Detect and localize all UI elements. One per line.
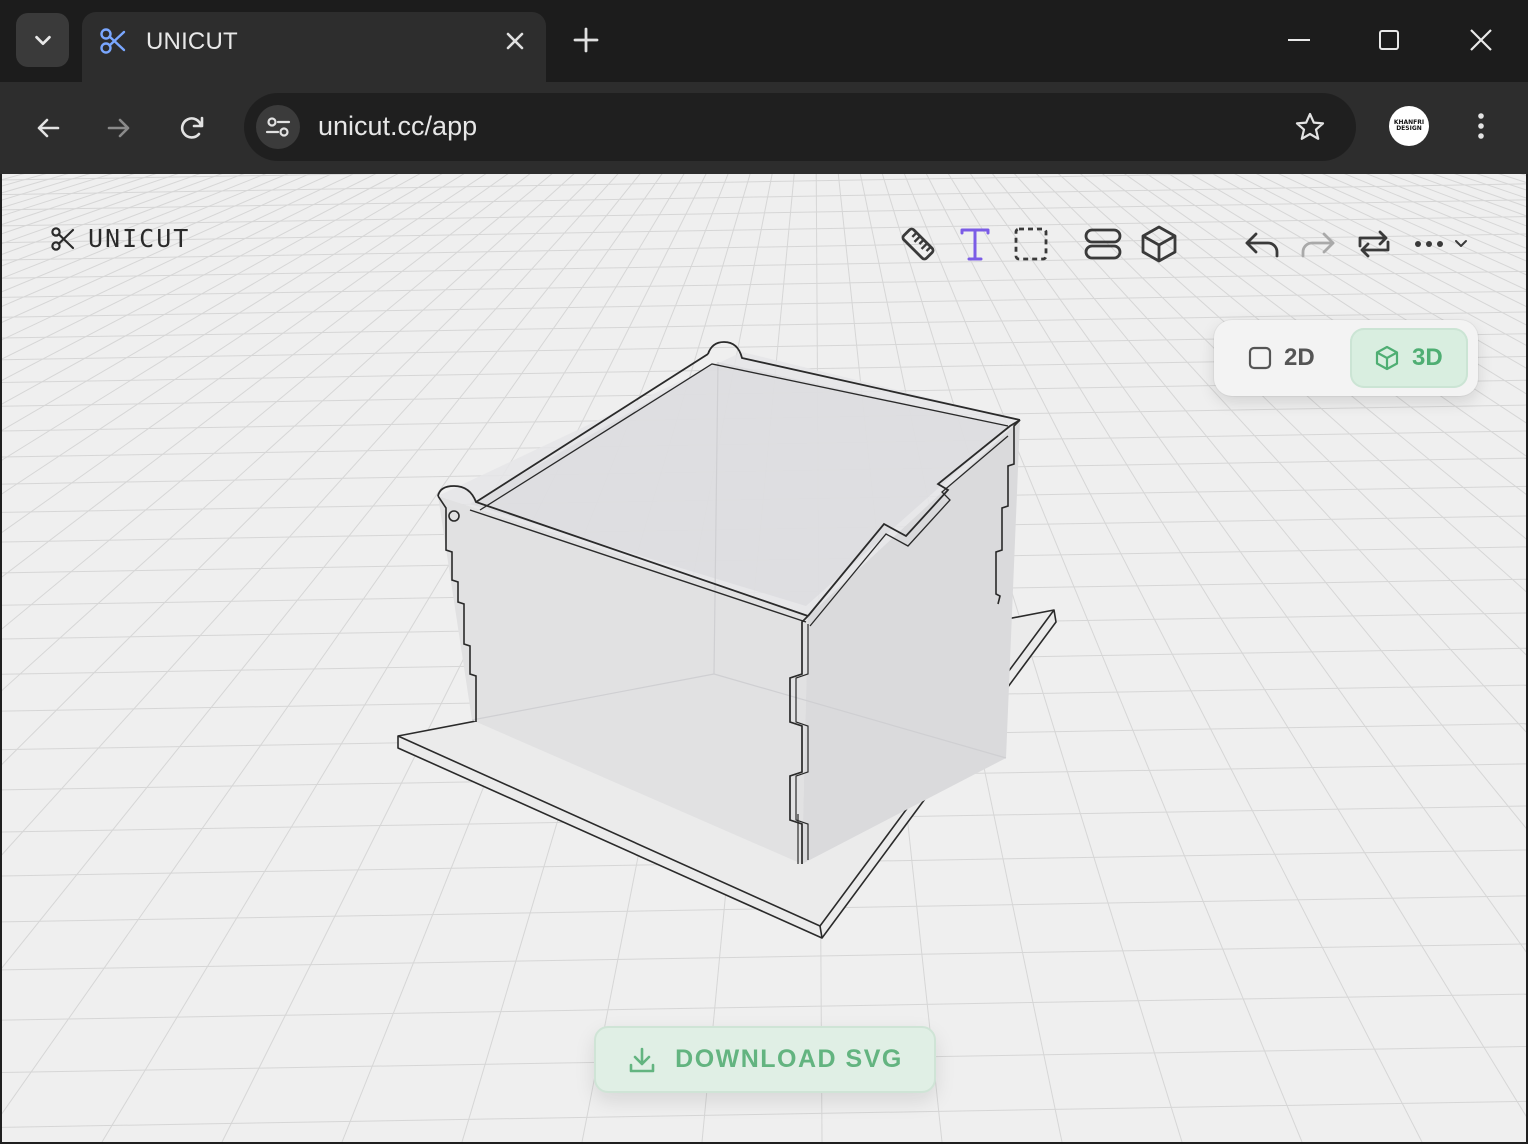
chevron-down-icon — [34, 35, 51, 46]
square-icon — [1248, 346, 1272, 370]
redo-icon[interactable] — [1298, 224, 1338, 264]
profile-avatar[interactable]: KHANFRI DESIGN — [1389, 106, 1429, 146]
app-name: UNICUT — [88, 224, 191, 253]
avatar-text-line2: DESIGN — [1396, 125, 1422, 132]
browser-menu-icon[interactable] — [1468, 110, 1494, 142]
minimize-icon[interactable] — [1285, 26, 1313, 54]
mode-3d-button[interactable]: 3D — [1350, 328, 1468, 388]
undo-icon[interactable] — [1242, 224, 1282, 264]
download-svg-button[interactable]: DOWNLOAD SVG — [594, 1026, 936, 1093]
download-icon — [629, 1047, 655, 1072]
site-info-button[interactable] — [256, 105, 300, 149]
repeat-icon[interactable] — [1354, 224, 1394, 264]
close-tab-icon[interactable] — [502, 28, 528, 54]
text-tool-icon[interactable] — [955, 224, 995, 264]
forward-arrow-icon[interactable] — [103, 112, 135, 144]
cube-icon — [1375, 345, 1399, 371]
more-options-icon[interactable] — [1412, 224, 1472, 264]
address-bar[interactable]: unicut.cc/app — [244, 93, 1356, 161]
new-tab-icon[interactable] — [572, 26, 600, 54]
ruler-icon[interactable] — [898, 224, 938, 264]
bookmark-star-icon[interactable] — [1294, 111, 1326, 143]
app-viewport[interactable]: UNICUT 2D 3D DOWNLOAD SVG — [2, 174, 1526, 1142]
download-label: DOWNLOAD SVG — [675, 1045, 903, 1073]
app-brand[interactable]: UNICUT — [50, 224, 190, 253]
browser-tab-active[interactable]: UNICUT — [82, 12, 546, 82]
view-mode-toggle: 2D 3D — [1214, 320, 1478, 396]
back-arrow-icon[interactable] — [32, 112, 64, 144]
reload-icon[interactable] — [176, 112, 208, 144]
url-text[interactable]: unicut.cc/app — [318, 111, 477, 142]
scissors-favicon-icon — [100, 28, 126, 54]
selection-tool-icon[interactable] — [1011, 224, 1051, 264]
browser-titlebar: UNICUT — [0, 0, 1528, 82]
tab-title: UNICUT — [146, 28, 238, 55]
maximize-icon[interactable] — [1375, 26, 1403, 54]
browser-toolbar: unicut.cc/app KHANFRI DESIGN — [0, 82, 1528, 174]
close-window-icon[interactable] — [1467, 26, 1495, 54]
layers-icon[interactable] — [1083, 224, 1123, 264]
scissors-logo-icon — [51, 226, 75, 251]
mode-2d-label: 2D — [1284, 344, 1315, 371]
mode-2d-button[interactable]: 2D — [1224, 328, 1342, 388]
tab-search-button[interactable] — [16, 13, 69, 67]
mode-3d-label: 3D — [1412, 344, 1443, 371]
tune-icon — [265, 117, 291, 137]
box-icon[interactable] — [1139, 224, 1179, 264]
